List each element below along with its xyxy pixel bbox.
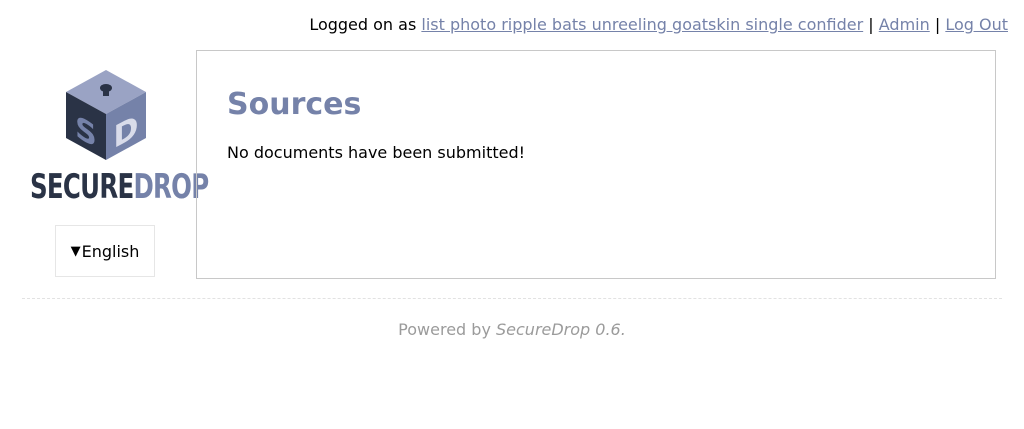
product-version: SecureDrop 0.6.: [496, 320, 626, 339]
footer-divider: [22, 298, 1002, 299]
securedrop-logo[interactable]: S D SECUREDROP: [28, 68, 209, 208]
user-bar: Logged on as list photo ripple bats unre…: [309, 15, 1008, 35]
footer: Powered by SecureDrop 0.6.: [0, 320, 1024, 340]
separator: |: [868, 15, 874, 34]
language-selector[interactable]: ▼ English: [55, 225, 155, 277]
page-title: Sources: [227, 87, 362, 122]
sidebar: S D SECUREDROP ▼ English: [28, 68, 209, 277]
logged-on-label: Logged on as: [309, 15, 422, 34]
cube-logo-icon: S D: [66, 70, 146, 160]
username-link[interactable]: list photo ripple bats unreeling goatski…: [421, 15, 863, 34]
language-label: English: [81, 241, 140, 261]
logout-link[interactable]: Log Out: [945, 15, 1008, 34]
admin-link[interactable]: Admin: [879, 15, 930, 34]
separator: |: [934, 15, 941, 34]
triangle-down-icon: ▼: [70, 243, 81, 259]
logo-secure-text: SECURE: [30, 167, 134, 207]
powered-by-label: Powered by: [398, 320, 496, 339]
empty-message: No documents have been submitted!: [227, 143, 526, 162]
main-panel: Sources No documents have been submitted…: [196, 50, 996, 279]
logo-wordmark: SECUREDROP: [30, 168, 209, 206]
